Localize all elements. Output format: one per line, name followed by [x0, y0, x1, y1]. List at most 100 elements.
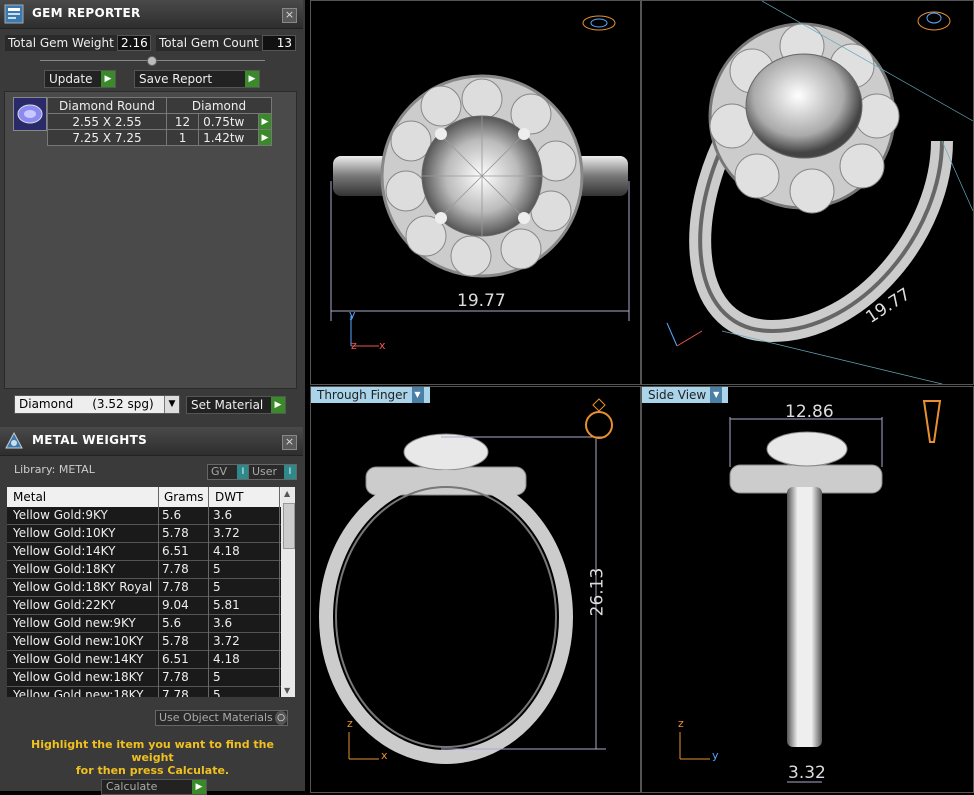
- col-grams[interactable]: Grams: [164, 490, 204, 504]
- chevron-down-icon: ▼: [710, 387, 723, 403]
- table-row[interactable]: Yellow Gold new:10KY 5.78 3.72: [7, 633, 295, 651]
- metal-cell-metal: Yellow Gold new:9KY: [13, 616, 136, 630]
- col-dwt[interactable]: DWT: [215, 490, 243, 504]
- table-row[interactable]: Yellow Gold new:14KY 6.51 4.18: [7, 651, 295, 669]
- metal-weights-titlebar: METAL WEIGHTS ×: [0, 427, 303, 456]
- dimension-band-width: 3.32: [788, 763, 826, 783]
- scroll-thumb[interactable]: [283, 503, 295, 549]
- metal-cell-grams: 5.78: [162, 634, 189, 648]
- hint-line-1: Highlight the item you want to find the …: [31, 738, 274, 764]
- gem-size: 7.25 X 7.25: [47, 129, 167, 146]
- table-row[interactable]: Yellow Gold:10KY 5.78 3.72: [7, 525, 295, 543]
- viewport-side[interactable]: Side View ▼ 12.86 3.32 z y: [641, 386, 974, 793]
- gem-table-header-material: Diamond: [166, 97, 272, 114]
- metal-cell-dwt: 5: [213, 580, 221, 594]
- gem-table: Diamond Round Diamond 2.55 X 2.55 12 0.7…: [47, 97, 273, 146]
- total-gem-count-value: 13: [262, 35, 296, 51]
- ring-perspective-render: [666, 1, 973, 384]
- metal-cell-grams: 7.78: [162, 670, 189, 684]
- metal-cell-dwt: 5: [213, 688, 221, 697]
- metal-cell-dwt: 3.6: [213, 616, 233, 630]
- metal-cell-grams: 7.78: [162, 580, 189, 594]
- table-row[interactable]: Yellow Gold:14KY 6.51 4.18: [7, 543, 295, 561]
- save-report-button[interactable]: Save Report ▶: [134, 70, 260, 88]
- total-gem-weight-value: 2.16: [117, 35, 151, 51]
- table-row[interactable]: Yellow Gold:18KY Royal 7.78 5: [7, 579, 295, 597]
- metal-cell-metal: Yellow Gold new:18KY: [13, 670, 144, 684]
- select-gem-icon[interactable]: ▶: [257, 113, 273, 130]
- set-material-button[interactable]: Set Material ▶: [186, 396, 286, 414]
- metal-cell-grams: 7.78: [162, 562, 189, 576]
- side-view-dropdown[interactable]: Side View ▼: [642, 387, 729, 403]
- metal-cell-metal: Yellow Gold:18KY: [13, 562, 116, 576]
- table-row[interactable]: Yellow Gold new:18KY 7.78 5: [7, 669, 295, 687]
- set-material-label: Set Material: [191, 398, 264, 412]
- gem-reporter-icon: [4, 4, 24, 24]
- update-button[interactable]: Update ▶: [44, 70, 116, 88]
- user-toggle[interactable]: User I: [248, 464, 297, 480]
- metal-cell-metal: Yellow Gold:9KY: [13, 508, 108, 522]
- metal-cell-grams: 5.6: [162, 508, 182, 522]
- table-row[interactable]: Yellow Gold:9KY 5.6 3.6: [7, 507, 295, 525]
- table-row[interactable]: Yellow Gold:18KY 7.78 5: [7, 561, 295, 579]
- metal-cell-metal: Yellow Gold:14KY: [13, 544, 116, 558]
- table-row[interactable]: Yellow Gold new:9KY 5.6 3.6: [7, 615, 295, 633]
- side-view-label: Side View: [648, 388, 707, 402]
- metal-cell-dwt: 3.72: [213, 634, 240, 648]
- metal-cell-metal: Yellow Gold:22KY: [13, 598, 116, 612]
- gem-reporter-titlebar: GEM REPORTER ×: [0, 0, 303, 29]
- calculate-hint: Highlight the item you want to find the …: [10, 738, 295, 777]
- metal-cell-metal: Yellow Gold new:18KY...: [13, 688, 153, 697]
- metal-cell-dwt: 4.18: [213, 544, 240, 558]
- library-label: Library: METAL: [14, 463, 95, 476]
- col-metal[interactable]: Metal: [13, 490, 46, 504]
- metal-cell-grams: 9.04: [162, 598, 189, 612]
- viewport-perspective[interactable]: 19.77: [641, 0, 974, 385]
- axis-x-label: x: [381, 749, 388, 762]
- gem-size: 2.55 X 2.55: [47, 113, 167, 130]
- metal-cell-grams: 6.51: [162, 652, 189, 666]
- viewport-top[interactable]: 19.77 y z x: [310, 0, 641, 385]
- metal-cell-grams: 5.78: [162, 526, 189, 540]
- metal-cell-dwt: 3.72: [213, 526, 240, 540]
- metal-cell-metal: Yellow Gold:10KY: [13, 526, 116, 540]
- front-view-dropdown[interactable]: Through Finger ▼: [311, 387, 430, 403]
- table-row[interactable]: Yellow Gold:22KY 9.04 5.81: [7, 597, 295, 615]
- view-cube-icon[interactable]: [585, 398, 613, 439]
- ring-side-render: [679, 400, 942, 783]
- table-row[interactable]: Yellow Gold new:18KY... 7.78 5: [7, 687, 295, 697]
- view-cube-icon[interactable]: [922, 400, 942, 443]
- metal-cell-dwt: 5.81: [213, 598, 240, 612]
- scroll-up-icon[interactable]: ▲: [284, 489, 290, 498]
- radio-icon: ○: [275, 711, 287, 725]
- metal-cell-grams: 7.78: [162, 688, 189, 697]
- splitter-knob-icon[interactable]: [147, 56, 157, 66]
- viewport-front[interactable]: Through Finger ▼ 26.13 z x: [310, 386, 641, 793]
- total-gem-weight-label: Total Gem Weight: [5, 35, 117, 51]
- view-cube-icon[interactable]: [917, 11, 951, 31]
- metal-weights-title: METAL WEIGHTS: [32, 433, 148, 447]
- save-report-label: Save Report: [139, 72, 213, 86]
- metal-table-body: Yellow Gold:9KY 5.6 3.6 Yellow Gold:10KY 5.7…: [7, 507, 295, 697]
- metal-cell-dwt: 4.18: [213, 652, 240, 666]
- metal-weights-close-icon[interactable]: ×: [282, 435, 297, 450]
- scroll-down-icon[interactable]: ▼: [284, 686, 290, 695]
- diamond-thumbnail-icon[interactable]: [13, 97, 47, 131]
- hint-line-2: for then press Calculate.: [75, 764, 230, 777]
- gem-row[interactable]: 2.55 X 2.55 12 0.75tw ▶: [47, 113, 273, 130]
- gem-row[interactable]: 7.25 X 7.25 1 1.42tw ▶: [47, 129, 273, 146]
- use-object-materials-toggle[interactable]: Use Object Materials ○: [155, 710, 288, 726]
- gv-toggle[interactable]: GV I: [207, 464, 250, 480]
- axis-z-label: z: [678, 717, 684, 730]
- select-gem-icon[interactable]: ▶: [257, 129, 273, 146]
- use-object-materials-label: Use Object Materials: [159, 711, 273, 724]
- gem-count: 12: [165, 113, 200, 130]
- scrollbar[interactable]: ▲ ▼: [281, 487, 295, 697]
- view-cube-icon[interactable]: [582, 15, 616, 31]
- update-button-label: Update: [49, 72, 93, 86]
- gem-reporter-close-icon[interactable]: ×: [282, 8, 297, 23]
- gem-table-header-shape: Diamond Round: [47, 97, 167, 114]
- calculate-button[interactable]: Calculate ▶: [101, 779, 207, 795]
- material-select[interactable]: Diamond (3.52 spg) ▼: [14, 395, 180, 414]
- axis-x-label: x: [379, 339, 386, 352]
